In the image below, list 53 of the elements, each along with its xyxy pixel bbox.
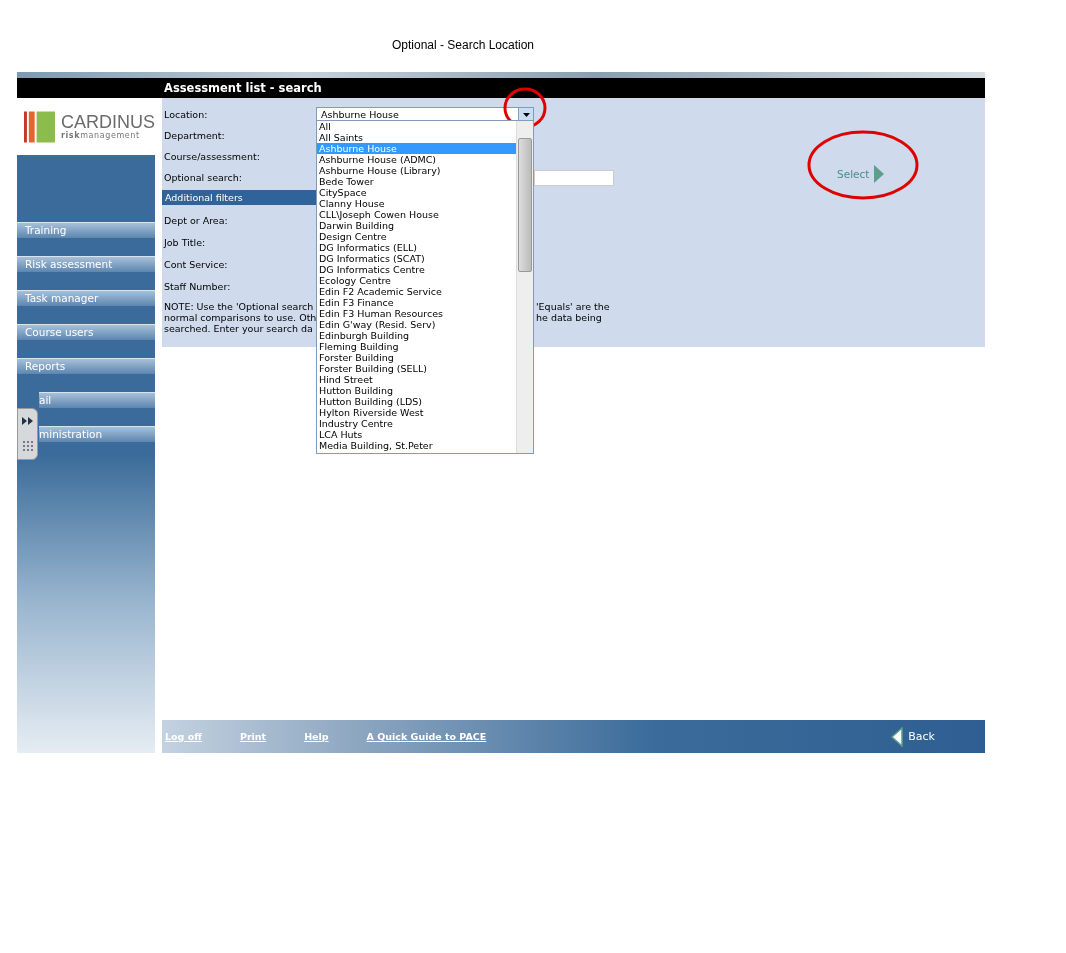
page-caption: Optional - Search Location [390, 37, 536, 54]
dropdown-option[interactable]: DG Informatics Centre [317, 264, 516, 275]
scrollbar[interactable] [516, 121, 533, 453]
floating-toolbar-tab[interactable] [17, 408, 38, 460]
back-button[interactable]: Back [891, 726, 935, 747]
dropdown-option[interactable]: Bede Tower [317, 176, 516, 187]
note-text: searched. Enter your search da [164, 323, 314, 334]
dropdown-option[interactable]: Edinburgh Building [317, 330, 516, 341]
note-text: he data being [536, 312, 603, 323]
dropdown-option[interactable]: DG Informatics (SCAT) [317, 253, 516, 264]
dropdown-option[interactable]: Hylton Riverside West [317, 407, 516, 418]
logo-tagline: riskmanagement [61, 131, 141, 140]
dropdown-option[interactable]: Design Centre [317, 231, 516, 242]
fast-forward-icon[interactable] [20, 416, 35, 426]
dropdown-option[interactable]: Edin F3 Finance [317, 297, 516, 308]
dropdown-option[interactable]: All Saints [317, 132, 516, 143]
dropdown-option[interactable]: Hind Street [317, 374, 516, 385]
field-label: Job Title: [162, 236, 207, 248]
play-arrow-icon [874, 165, 885, 183]
dropdown-option[interactable]: Hutton Building [317, 385, 516, 396]
dropdown-option[interactable]: All [317, 121, 516, 132]
dropdown-option[interactable]: DG Informatics (ELL) [317, 242, 516, 253]
field-label: Department: [163, 130, 226, 141]
field-label: Course/assessment: [163, 151, 261, 162]
note-text: NOTE: Use the 'Optional search [164, 301, 315, 312]
back-arrow-icon [891, 726, 904, 747]
dropdown-option[interactable]: Edin F2 Academic Service [317, 286, 516, 297]
dropdown-option[interactable]: Ashburne House (ADMC) [317, 154, 516, 165]
dropdown-option[interactable]: Darwin Building [317, 220, 516, 231]
dropdown-option[interactable]: Media Building, St.Peter [317, 440, 516, 451]
dropdown-option[interactable]: Edin F3 Human Resources [317, 308, 516, 319]
dropdown-option[interactable]: Forster Building [317, 352, 516, 363]
optional-search-field[interactable] [534, 169, 614, 186]
logo-name: CARDINUS [61, 113, 155, 131]
field-label: Optional search: [163, 172, 243, 183]
note-text: normal comparisons to use. Oth [164, 312, 318, 323]
dropdown-option[interactable]: Ecology Centre [317, 275, 516, 286]
dropdown-option[interactable]: Edin G'way (Resid. Serv) [317, 319, 516, 330]
dropdown-option[interactable]: LCA Huts [317, 429, 516, 440]
note-text: 'Equals' are the [536, 301, 610, 312]
field-label: Staff Number: [163, 280, 232, 292]
dropdown-option[interactable]: Hutton Building (LDS) [317, 396, 516, 407]
dropdown-option[interactable]: Industry Centre [317, 418, 516, 429]
dropdown-option[interactable]: CLL\Joseph Cowen House [317, 209, 516, 220]
page-title: Assessment list - search [164, 81, 322, 95]
dropdown-option[interactable]: Forster Building (SELL) [317, 363, 516, 374]
field-label: Cont Service: [163, 258, 229, 270]
field-label: Dept or Area: [163, 214, 229, 226]
dropdown-option[interactable]: Ashburne House (Library) [317, 165, 516, 176]
field-label: Location: [163, 109, 209, 120]
logo-bars-icon [24, 110, 55, 143]
dropdown-option[interactable]: Fleming Building [317, 341, 516, 352]
grid-icon[interactable] [21, 440, 34, 452]
